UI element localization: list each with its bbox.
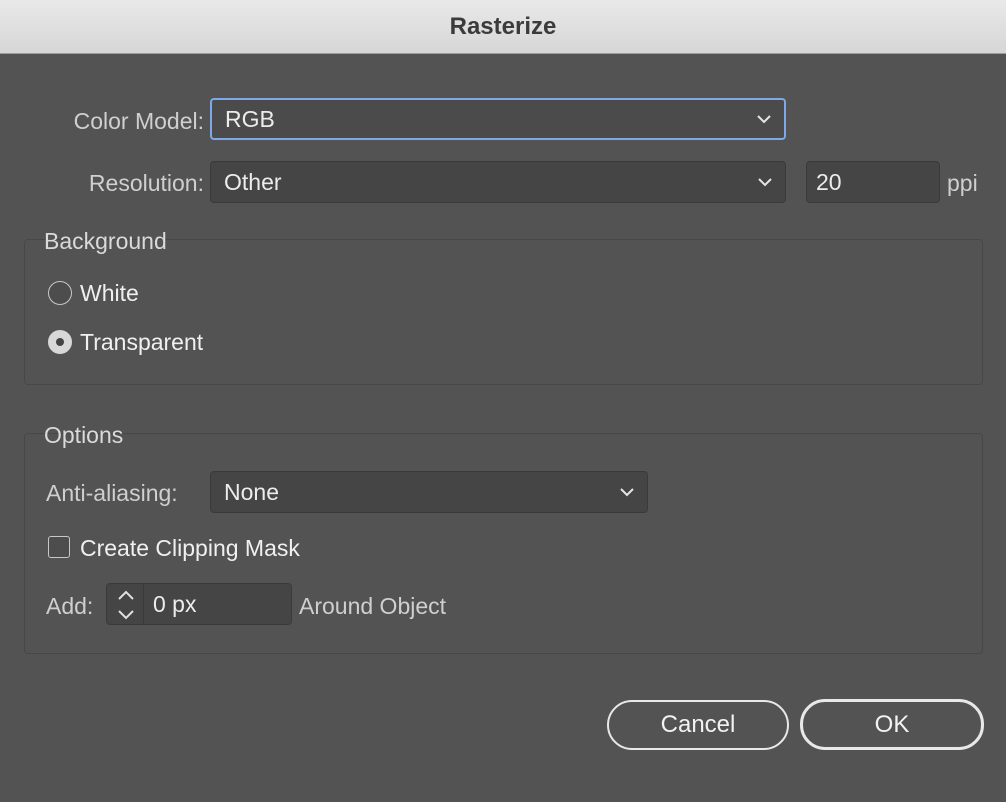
ppi-input[interactable]: 20 — [806, 161, 940, 203]
radio-transparent-label[interactable]: Transparent — [80, 329, 203, 356]
add-amount-input[interactable]: 0 px — [143, 583, 292, 625]
color-model-value: RGB — [225, 105, 275, 132]
radio-white[interactable] — [48, 281, 72, 305]
resolution-value: Other — [224, 168, 282, 195]
anti-aliasing-value: None — [224, 478, 279, 505]
resolution-select[interactable]: Other — [210, 161, 786, 203]
cancel-button[interactable]: Cancel — [607, 700, 789, 750]
stepper-icon — [118, 590, 134, 620]
options-group-title: Options — [44, 422, 124, 448]
background-group — [24, 239, 983, 385]
ok-button[interactable]: OK — [800, 699, 984, 750]
color-model-select[interactable]: RGB — [210, 98, 786, 140]
add-stepper[interactable] — [106, 583, 144, 625]
around-object-label: Around Object — [299, 593, 447, 619]
radio-white-label[interactable]: White — [80, 280, 139, 307]
clipping-mask-label[interactable]: Create Clipping Mask — [80, 535, 300, 562]
radio-transparent[interactable] — [48, 330, 72, 354]
window-title: Rasterize — [449, 12, 557, 40]
clipping-mask-checkbox[interactable] — [48, 536, 70, 558]
anti-aliasing-label: Anti-aliasing: — [46, 480, 178, 506]
chevron-down-icon — [757, 115, 771, 124]
resolution-label: Resolution: — [88, 170, 204, 196]
color-model-label: Color Model: — [73, 108, 204, 134]
title-bar: Rasterize — [0, 0, 1006, 54]
ppi-unit-label: ppi — [947, 170, 978, 196]
anti-aliasing-select[interactable]: None — [210, 471, 648, 513]
chevron-down-icon — [620, 488, 634, 497]
background-group-title: Background — [44, 228, 167, 254]
chevron-down-icon — [758, 178, 772, 187]
add-label: Add: — [46, 593, 94, 619]
